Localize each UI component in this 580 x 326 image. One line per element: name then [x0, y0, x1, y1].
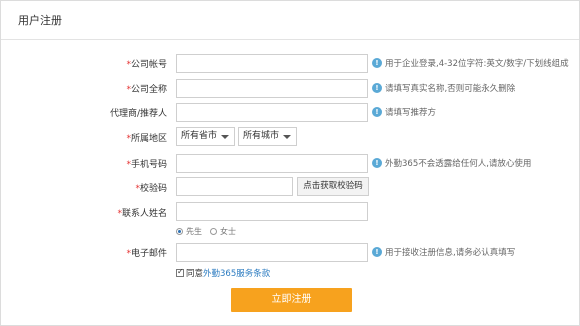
terms-agreement: 同意 外勤365服务条款 — [176, 267, 270, 279]
page-title: 用户注册 — [18, 14, 62, 27]
gender-female-label: 女士 — [220, 227, 236, 236]
radio-checked-icon[interactable] — [176, 228, 183, 235]
gender-female-option[interactable]: 女士 — [210, 226, 236, 237]
email-label: *电子邮件 — [126, 249, 167, 259]
terms-link[interactable]: 外勤365服务条款 — [203, 267, 270, 279]
company-name-hint: ! 请填写真实名称,否则可能永久删除 — [372, 82, 515, 94]
email-input[interactable] — [176, 243, 368, 262]
company-account-input[interactable] — [176, 54, 368, 73]
referrer-label: 代理商/推荐人 — [109, 109, 167, 119]
info-icon: ! — [372, 247, 382, 257]
phone-label: *手机号码 — [126, 160, 167, 170]
registration-panel: 用户注册 *公司帐号 ! 用于企业登录,4-32位字符:英文/数字/下划线组成 *… — [0, 0, 580, 326]
contact-name-label: *联系人姓名 — [117, 209, 167, 219]
company-account-hint: ! 用于企业登录,4-32位字符:英文/数字/下划线组成 — [372, 57, 569, 69]
contact-name-input[interactable] — [176, 202, 368, 221]
company-name-input[interactable] — [176, 79, 368, 98]
register-button[interactable]: 立即注册 — [231, 288, 352, 312]
radio-unchecked-icon[interactable] — [210, 228, 217, 235]
gender-male-label: 先生 — [186, 227, 202, 236]
gender-male-option[interactable]: 先生 — [176, 226, 202, 237]
get-captcha-button[interactable]: 点击获取校验码 — [297, 177, 369, 196]
chevron-down-icon — [221, 135, 229, 139]
city-select-value: 所有城市 — [243, 131, 280, 141]
region-label: *所属地区 — [126, 134, 167, 144]
info-icon: ! — [372, 83, 382, 93]
info-icon: ! — [372, 107, 382, 117]
agree-text: 同意 — [186, 269, 204, 279]
company-account-label: *公司帐号 — [126, 60, 167, 70]
province-select[interactable]: 所有省市 — [176, 127, 235, 146]
company-name-label: *公司全称 — [126, 85, 167, 95]
info-icon: ! — [372, 58, 382, 68]
referrer-hint: ! 请填写推荐方 — [372, 106, 436, 118]
captcha-label: *校验码 — [135, 184, 167, 194]
province-select-value: 所有省市 — [181, 131, 218, 141]
city-select[interactable]: 所有城市 — [238, 127, 297, 146]
info-icon: ! — [372, 158, 382, 168]
chevron-down-icon — [283, 135, 291, 139]
referrer-input[interactable] — [176, 103, 368, 122]
email-hint: ! 用于接收注册信息,请务必认真填写 — [372, 246, 515, 258]
panel-header: 用户注册 — [1, 1, 579, 40]
agree-checkbox[interactable] — [176, 267, 184, 277]
phone-input[interactable] — [176, 154, 368, 173]
captcha-input[interactable] — [176, 177, 293, 196]
phone-hint: ! 外勤365不会透露给任何人,请放心使用 — [372, 157, 531, 169]
